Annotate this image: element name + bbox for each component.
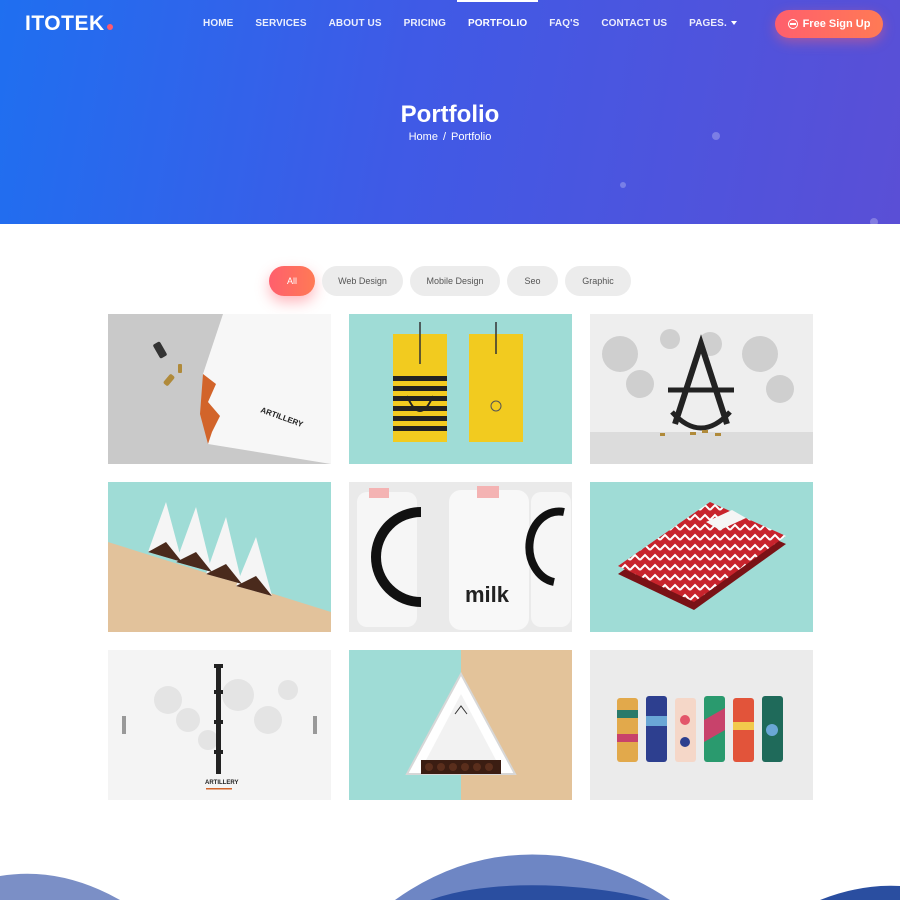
monogram-sculpture-image (590, 314, 813, 464)
portfolio-item-yellow-packaging[interactable] (349, 314, 572, 464)
yellow-packaging-image (349, 314, 572, 464)
nav-pricing[interactable]: PRICING (393, 0, 457, 46)
filter-seo[interactable]: Seo (507, 266, 558, 296)
portfolio-filters: All Web Design Mobile Design Seo Graphic (0, 266, 900, 296)
filter-graphic[interactable]: Graphic (565, 266, 631, 296)
breadcrumb-home-link[interactable]: Home (409, 131, 438, 143)
tile-caption: ARTILLERY (205, 780, 238, 786)
logo-dot-icon (106, 24, 113, 30)
signup-label: Free Sign Up (802, 18, 871, 30)
nav-home[interactable]: HOME (192, 0, 244, 46)
free-signup-button[interactable]: Free Sign Up (775, 10, 883, 38)
chevron-down-icon (730, 21, 737, 26)
filter-all[interactable]: All (269, 266, 315, 296)
portfolio-item-folded-card-display[interactable] (108, 482, 331, 632)
nav-pages-label: PAGES. (689, 18, 727, 29)
artillery-letterhead-image: ARTILLERY (108, 314, 331, 464)
milk-bottles-image: milk (349, 482, 572, 632)
triangle-chocolate-box-image (349, 650, 572, 800)
signup-icon (787, 19, 798, 29)
nav-services[interactable]: SERVICES (244, 0, 317, 46)
breadcrumb-current: Portfolio (451, 131, 492, 143)
portfolio-grid: ARTILLERY milk ARTILLERY (108, 314, 813, 800)
main-nav: HOME SERVICES ABOUT US PRICING PORTFOLIO… (192, 0, 748, 46)
hero-banner: ITOTEK HOME SERVICES ABOUT US PRICING PO… (0, 0, 900, 224)
isaurvo-poster-image: ARTILLERY (108, 650, 331, 800)
portfolio-item-isaurvo-poster[interactable]: ARTILLERY (108, 650, 331, 800)
breadcrumb: Home / Portfolio (0, 131, 900, 143)
decorative-dot (620, 182, 626, 188)
portfolio-item-monogram-sculpture[interactable] (590, 314, 813, 464)
filter-web-design[interactable]: Web Design (322, 266, 403, 296)
portfolio-item-milk-bottles[interactable]: milk (349, 482, 572, 632)
nav-pages-dropdown[interactable]: PAGES. (678, 0, 748, 46)
portfolio-item-red-chevron-box[interactable] (590, 482, 813, 632)
nav-contact-us[interactable]: CONTACT US (590, 0, 678, 46)
filter-mobile-design[interactable]: Mobile Design (410, 266, 500, 296)
page-title: Portfolio (400, 101, 500, 128)
red-chevron-box-image (590, 482, 813, 632)
portfolio-item-patterned-tubes[interactable] (590, 650, 813, 800)
logo[interactable]: ITOTEK (25, 12, 113, 36)
nav-about-us[interactable]: ABOUT US (318, 0, 393, 46)
breadcrumb-separator: / (442, 131, 447, 143)
patterned-tubes-image (590, 650, 813, 800)
nav-portfolio[interactable]: PORTFOLIO (457, 0, 539, 46)
logo-text: ITOTEK (25, 12, 105, 35)
portfolio-item-artillery-letterhead[interactable]: ARTILLERY (108, 314, 331, 464)
nav-faqs[interactable]: FAQ'S (538, 0, 590, 46)
decorative-dot (870, 218, 878, 224)
decorative-waves (0, 854, 900, 900)
tile-caption: milk (465, 582, 510, 607)
portfolio-item-triangle-chocolate-box[interactable] (349, 650, 572, 800)
folded-card-display-image (108, 482, 331, 632)
